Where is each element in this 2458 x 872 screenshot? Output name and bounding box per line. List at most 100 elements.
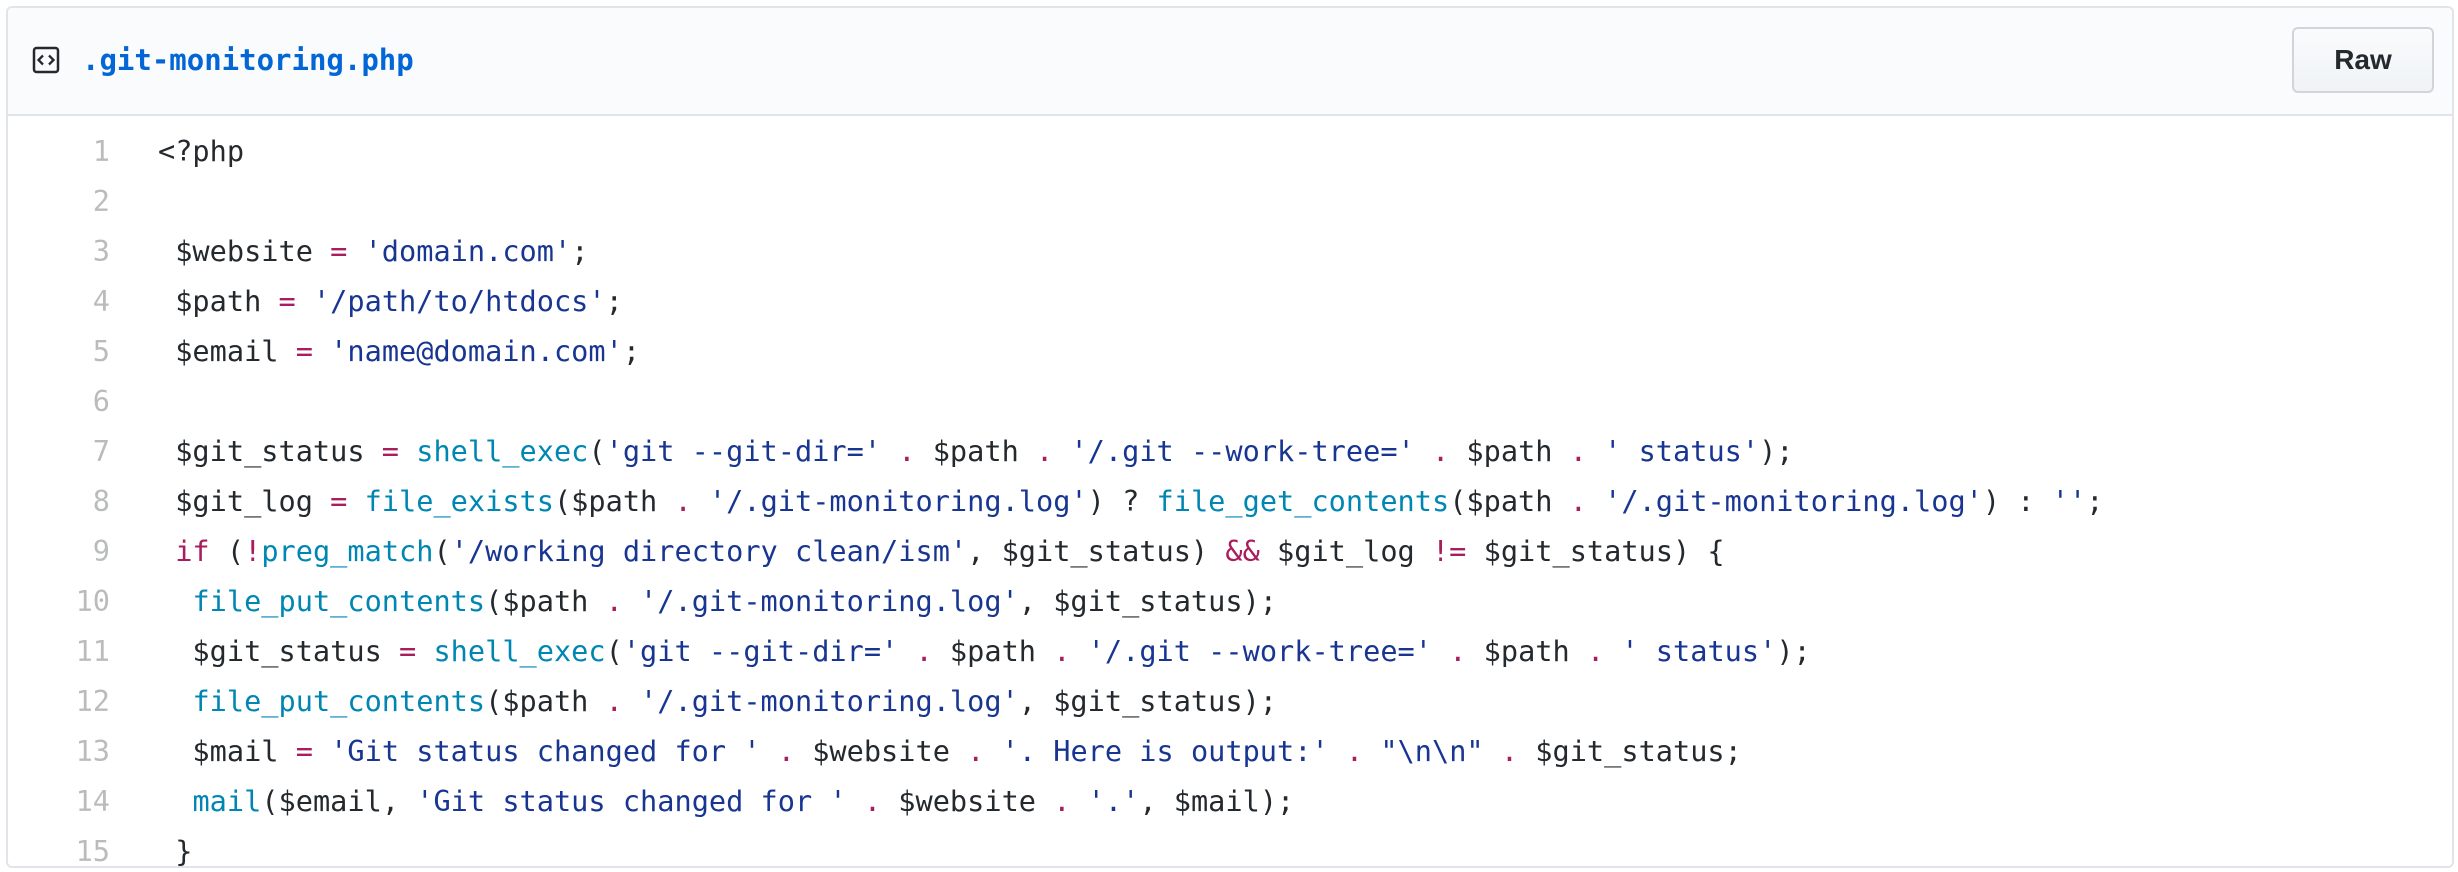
line-number[interactable]: 9 [8,526,110,576]
code-token: . [1449,634,1467,668]
code-token: . [967,734,985,768]
code-token: . [1053,784,1071,818]
code-token: . [605,584,623,618]
code-token: = [399,634,417,668]
code-line: 11 $git_status = shell_exec('git --git-d… [8,626,2452,676]
line-number[interactable]: 4 [8,276,110,326]
code-token: ' status' [1604,434,1760,468]
code-token: <?php [158,134,245,168]
code-token: ( [588,434,606,468]
code-token: 'git --git-dir=' [605,434,882,468]
code-token: ($path [553,484,675,518]
code-token: ) ? [1087,484,1157,518]
line-number[interactable]: 13 [8,726,110,776]
code-line: 14 mail($email, 'Git status changed for … [8,776,2452,826]
code-token: shell_exec [416,434,589,468]
code-line: 9 if (!preg_match('/working directory cl… [8,526,2452,576]
code-token: ($path [485,684,606,718]
code-token: file_exists [364,484,554,518]
code-line-content: $email = 'name@domain.com'; [158,326,640,376]
line-number[interactable]: 2 [8,176,110,226]
code-token: . [605,684,623,718]
code-token: . [1586,634,1605,668]
code-token: $website [881,784,1054,818]
code-token: . [674,484,692,518]
line-number[interactable]: 5 [8,326,110,376]
code-line: 1 <?php [8,126,2452,176]
code-line: 8 $git_log = file_exists($path . '/.git-… [8,476,2452,526]
code-token: , $mail); [1139,784,1295,818]
code-line-content: $website = 'domain.com'; [158,226,588,276]
code-token: , $git_status) [967,534,1226,568]
code-token: $path [1466,634,1587,668]
code-file-icon [32,46,60,74]
code-token: ($email, [261,784,417,818]
file-header: .git-monitoring.php Raw [8,8,2452,116]
code-listing: 1 <?php 2 3 $website = 'domain.com'; 4 $path… [8,126,2452,868]
line-number[interactable]: 8 [8,476,110,526]
code-token: . [1036,434,1054,468]
file-viewer: .git-monitoring.php Raw 1 <?php 2 3 $websit… [6,6,2454,868]
code-token: 'git --git-dir=' [622,634,899,668]
code-token: "\n\n" [1380,734,1484,768]
raw-button[interactable]: Raw [2292,27,2434,93]
code-token: ); [1776,634,1811,668]
code-line-content: $git_status = shell_exec('git --git-dir=… [158,426,1793,476]
code-line-content: $git_log = file_exists($path . '/.git-mo… [158,476,2103,526]
code-token: '/.git-monitoring.log' [708,484,1088,518]
line-number[interactable]: 3 [8,226,110,276]
code-token: } [158,834,193,868]
code-token: if [175,534,210,568]
code-line: 3 $website = 'domain.com'; [8,226,2452,276]
code-token: '/working directory clean/ism' [450,534,968,568]
line-number[interactable]: 7 [8,426,110,476]
line-number[interactable]: 14 [8,776,110,826]
code-line: 15 } [8,826,2452,868]
code-line-content: <?php [158,126,244,176]
code-token: != [1431,534,1467,568]
code-token: $mail [158,734,296,768]
code-token: $git_status; [1518,734,1742,768]
code-line-content: mail($email, 'Git status changed for ' .… [158,776,1294,826]
line-number[interactable]: 15 [8,826,110,866]
code-token: 'Git status changed for ' [330,734,761,768]
code-token: = [295,734,313,768]
line-number[interactable]: 6 [8,376,110,426]
code-token: ; [605,284,623,318]
code-token: $git_log [158,484,331,518]
code-token: $git_status [158,434,382,468]
line-number[interactable]: 1 [8,126,110,176]
code-token: . [1431,434,1450,468]
code-token: '/.git --work-tree=' [1070,434,1415,468]
code-token: = [278,284,296,318]
code-line-content: $mail = 'Git status changed for ' . $web… [158,726,1742,776]
code-token: mail [192,784,262,818]
code-token: && [1225,534,1260,568]
file-name-link[interactable]: .git-monitoring.php [82,38,414,82]
code-line: 12 file_put_contents($path . '/.git-moni… [8,676,2452,726]
code-token: . [1500,734,1519,768]
code-token: $git_status) { [1466,534,1725,568]
line-number[interactable]: 10 [8,576,110,626]
code-token: ; [571,234,589,268]
code-line: 4 $path = '/path/to/htdocs'; [8,276,2452,326]
code-token: ' status' [1621,634,1777,668]
code-token: '.' [1087,784,1140,818]
line-number[interactable]: 12 [8,676,110,726]
line-number[interactable]: 11 [8,626,110,676]
